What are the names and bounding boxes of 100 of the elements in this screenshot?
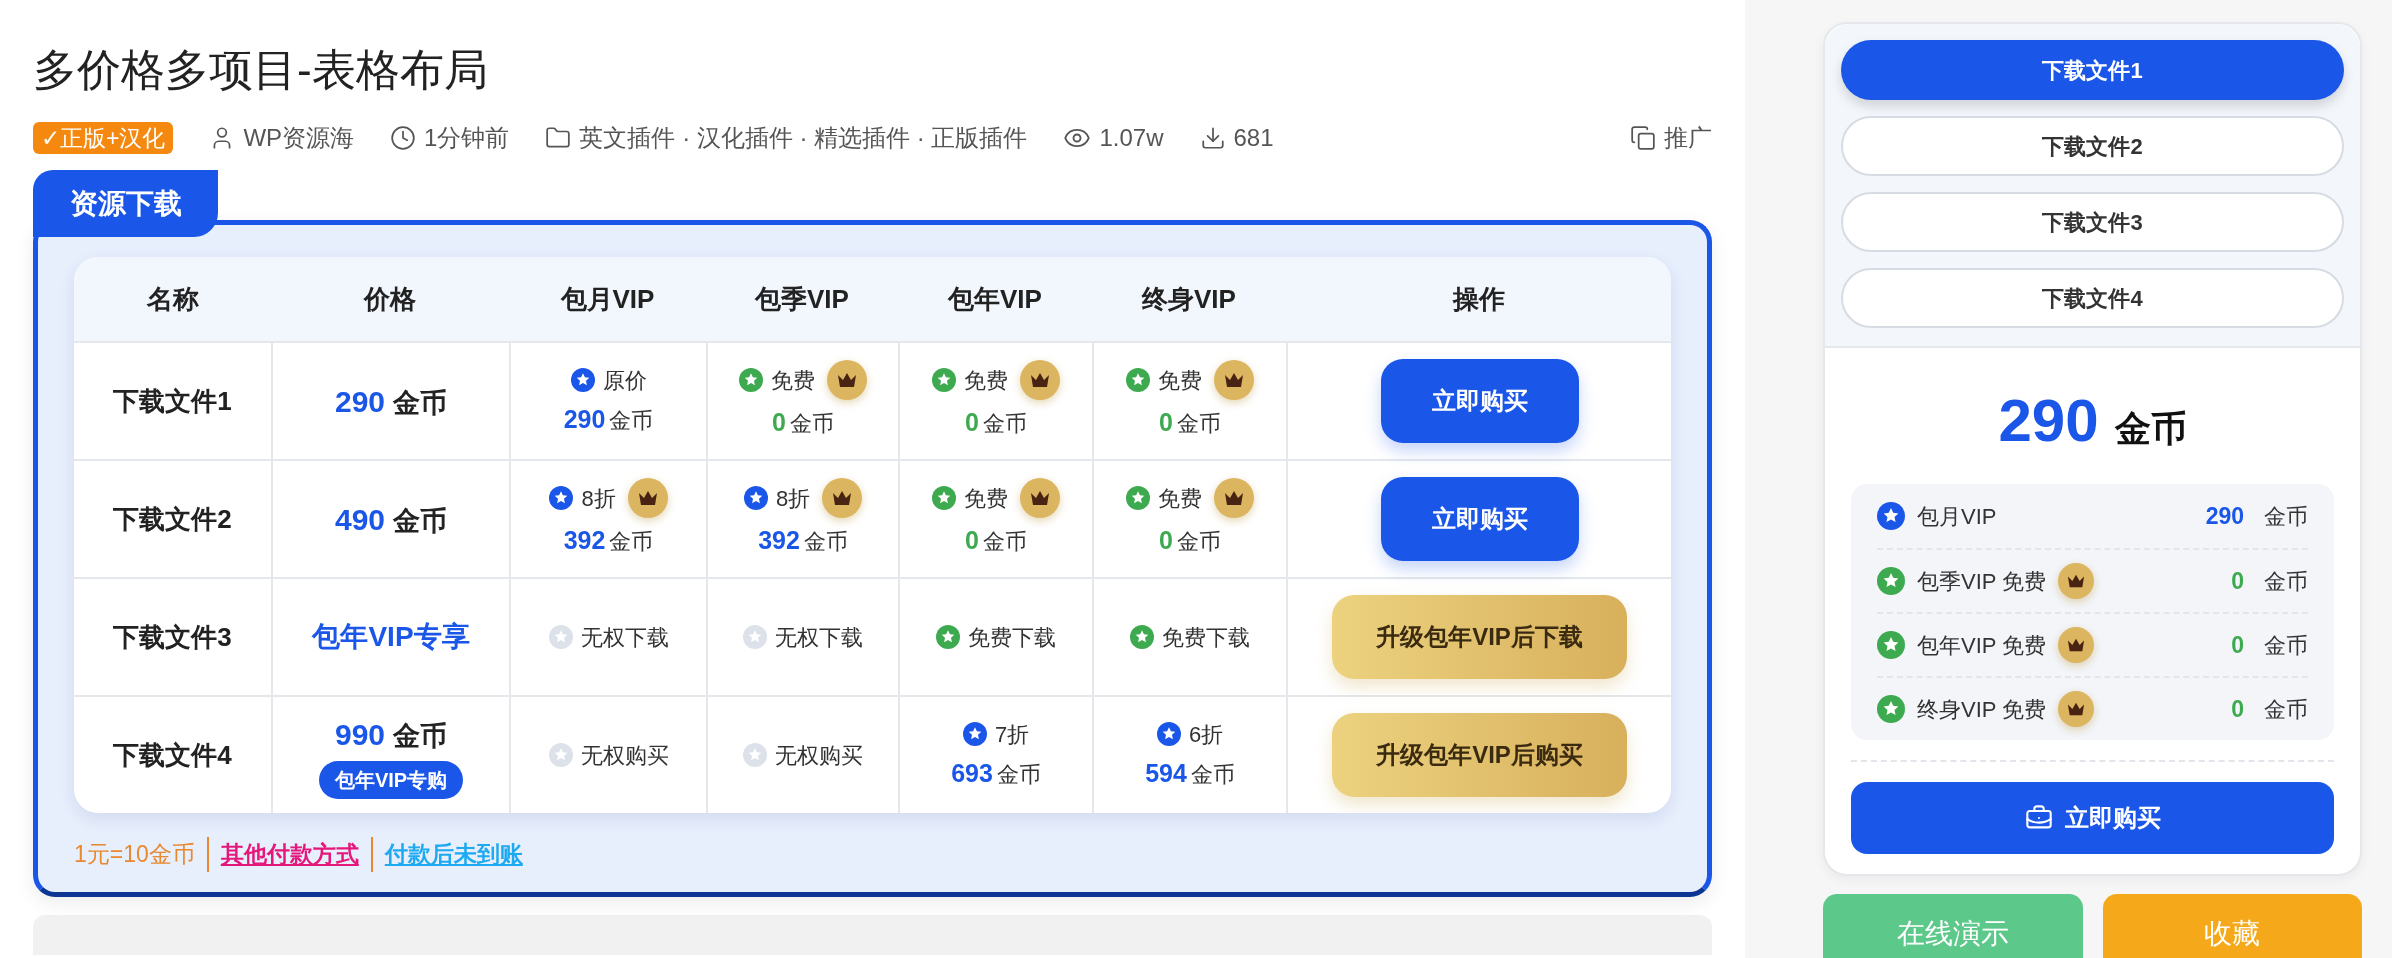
crown-icon (1020, 478, 1060, 519)
vip-unit: 金币 (2264, 631, 2308, 660)
crown-icon (827, 360, 867, 401)
offer-amount: 0 (1159, 525, 1173, 557)
price-amount: 490 (334, 501, 386, 538)
author-link[interactable]: WP资源海 (243, 120, 355, 156)
footer-link[interactable]: 其他付款方式 (220, 841, 359, 867)
vip-amount: 0 (2231, 694, 2244, 724)
offer-amount: 0 (965, 525, 979, 557)
offer-unit: 金币 (982, 410, 1027, 439)
offer-label: 免费 (964, 366, 1008, 395)
offer-amount: 0 (965, 407, 979, 439)
crown-icon (2058, 563, 2095, 599)
offer-unit: 金币 (609, 528, 654, 557)
access-text: 无权购买 (580, 741, 669, 770)
offer-unit: 金币 (982, 528, 1027, 557)
table-cell-text: 下载文件2 (112, 502, 233, 536)
price-amount: 290 (1998, 386, 2099, 456)
column-header: 价格 (362, 282, 417, 316)
offer-label: 免费 (771, 366, 815, 395)
crown-icon (2058, 627, 2095, 663)
clock-icon (390, 125, 417, 151)
price-amount: 290 (334, 383, 386, 420)
upgrade-button[interactable]: 升级包年VIP后购买 (1332, 713, 1627, 797)
crown-icon (2058, 691, 2095, 727)
offer-label: 免费 (964, 484, 1008, 513)
crown-icon (627, 478, 668, 519)
crown-icon (1214, 478, 1254, 519)
vip-label: 包年VIP 免费 (1917, 631, 2047, 660)
table-cell-text: 下载文件3 (112, 620, 233, 654)
crown-icon (1020, 360, 1060, 401)
copy-icon (1630, 125, 1656, 151)
crown-icon (822, 478, 863, 519)
price-amount: 990 (334, 716, 386, 753)
download-count: 681 (1233, 123, 1274, 153)
buy-button[interactable]: 立即购买 (1380, 359, 1579, 443)
star-badge-icon (548, 743, 573, 767)
vip-label: 包月VIP (1917, 502, 1997, 531)
price-unit: 金币 (393, 719, 448, 753)
offer-unit: 金币 (996, 760, 1041, 789)
share-link[interactable]: 推广 (1664, 120, 1712, 156)
table-cell-text: 下载文件1 (112, 384, 233, 418)
view-count: 1.07w (1099, 123, 1164, 153)
offer-label: 8折 (775, 484, 811, 513)
column-header: 包月VIP (559, 282, 656, 316)
offer-unit: 金币 (1176, 528, 1221, 557)
star-badge-icon (743, 743, 767, 767)
price-unit: 金币 (393, 504, 448, 538)
access-text: 无权下载 (580, 623, 669, 652)
access-text: 免费下载 (1162, 623, 1250, 652)
offer-unit: 金币 (1190, 760, 1235, 789)
offer-unit: 金币 (1176, 410, 1221, 439)
price-unit: 金币 (2114, 407, 2187, 451)
offer-label: 原价 (602, 366, 647, 395)
vip-unit: 金币 (2264, 695, 2308, 724)
star-badge-icon (743, 625, 767, 649)
column-header: 包季VIP (753, 282, 850, 316)
download-icon (1199, 125, 1226, 151)
offer-label: 7折 (994, 720, 1030, 749)
exclusive-price: 包年VIP专享 (312, 620, 470, 654)
column-header: 终身VIP (1140, 282, 1237, 316)
vip-amount: 0 (2231, 630, 2244, 660)
buy-button[interactable]: 立即购买 (1380, 477, 1579, 561)
offer-label: 免费 (1158, 366, 1202, 395)
offer-amount: 290 (563, 403, 606, 435)
page-title: 多价格多项目-表格布局 (33, 44, 489, 96)
category-list[interactable]: 英文插件 · 汉化插件 · 精选插件 · 正版插件 (579, 120, 1028, 156)
star-badge-icon (548, 625, 573, 649)
file-tab[interactable]: 下载文件1 (1841, 40, 2344, 100)
offer-amount: 0 (1159, 407, 1173, 439)
buy-now-button[interactable]: 立即购买 (1851, 782, 2334, 854)
upgrade-button[interactable]: 升级包年VIP后下载 (1332, 595, 1627, 679)
vip-amount: 0 (2231, 566, 2244, 596)
license-tag: ✓正版+汉化 (33, 122, 174, 154)
file-tab[interactable]: 下载文件2 (1841, 116, 2344, 176)
vip-unit: 金币 (2264, 502, 2308, 531)
offer-label: 免费 (1158, 484, 1202, 513)
file-tab[interactable]: 下载文件3 (1841, 192, 2344, 252)
vip-amount: 290 (2205, 501, 2244, 531)
offer-label: 6折 (1188, 720, 1224, 749)
column-header: 操作 (1451, 282, 1506, 316)
vip-unit: 金币 (2264, 567, 2308, 596)
access-text: 无权购买 (775, 741, 863, 770)
offer-amount: 594 (1145, 757, 1187, 789)
file-tab[interactable]: 下载文件4 (1841, 268, 2344, 328)
vip-label: 终身VIP 免费 (1917, 695, 2047, 724)
vip-label: 包季VIP 免费 (1917, 567, 2047, 596)
offer-unit: 金币 (609, 406, 654, 435)
star-badge-icon (936, 625, 960, 649)
post-time: 1分钟前 (424, 123, 510, 153)
access-text: 无权下载 (775, 623, 863, 652)
table-cell-text: 下载文件4 (112, 738, 233, 772)
offer-amount: 693 (951, 757, 993, 789)
access-text: 免费下载 (968, 623, 1056, 652)
column-header: 包年VIP (946, 282, 1043, 316)
offer-label: 8折 (581, 484, 616, 513)
price-unit: 金币 (393, 386, 448, 420)
exclusive-tag: 包年VIP专购 (318, 760, 464, 799)
offer-amount: 392 (758, 525, 800, 557)
column-header: 名称 (145, 282, 200, 316)
